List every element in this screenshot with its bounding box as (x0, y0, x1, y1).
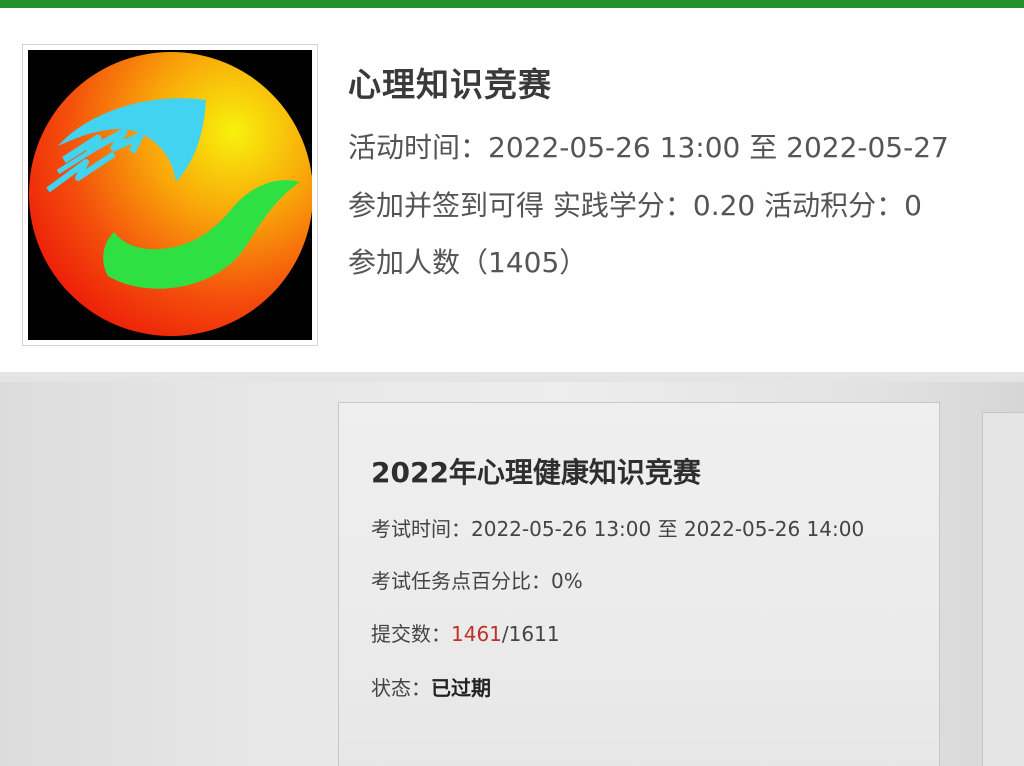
panel-divider (0, 372, 1024, 382)
exam-card[interactable]: 2022年心理健康知识竞赛 考试时间：2022-05-26 13:00 至 20… (338, 402, 940, 766)
adjacent-card-edge[interactable] (982, 412, 1024, 766)
exam-photo-panel: 2022年心理健康知识竞赛 考试时间：2022-05-26 13:00 至 20… (0, 382, 1024, 766)
exam-status-label: 状态： (371, 676, 431, 700)
activity-card[interactable]: 心理知识竞赛 活动时间：2022-05-26 13:00 至 2022-05-2… (0, 8, 1024, 372)
exam-status: 状态：已过期 (371, 672, 491, 701)
activity-time-label: 活动时间： (348, 131, 489, 164)
activity-time-value: 2022-05-26 13:00 至 2022-05-27 (488, 131, 949, 164)
exam-time-label: 考试时间： (371, 517, 471, 541)
exam-time: 考试时间：2022-05-26 13:00 至 2022-05-26 14:00 (371, 513, 864, 542)
exam-ratio-label: 考试任务点百分比： (371, 569, 551, 593)
participant-count-suffix: ） (559, 246, 588, 279)
exam-submit-label: 提交数： (371, 622, 451, 646)
participant-count-value: 1405 (488, 246, 560, 279)
exam-submit-total: 1611 (508, 622, 560, 646)
exam-submit-separator: / (501, 622, 509, 646)
activity-time: 活动时间：2022-05-26 13:00 至 2022-05-27 (348, 126, 949, 166)
exam-submit-count: 1461 (451, 622, 502, 646)
participant-count-label: 参加人数（ (348, 246, 489, 279)
activity-participant-count: 参加人数（1405） (348, 241, 587, 281)
top-accent-bar (0, 0, 1024, 8)
exam-submissions: 提交数：1461/1611 (371, 618, 560, 647)
exam-task-ratio: 考试任务点百分比：0% (371, 565, 583, 594)
exam-time-value: 2022-05-26 13:00 至 2022-05-26 14:00 (471, 517, 865, 541)
exam-title[interactable]: 2022年心理健康知识竞赛 (371, 451, 701, 491)
activity-title[interactable]: 心理知识竞赛 (348, 58, 552, 106)
exam-ratio-value: 0% (551, 569, 583, 593)
activity-credit-info: 参加并签到可得 实践学分：0.20 活动积分：0 (348, 189, 922, 222)
activity-logo[interactable] (22, 44, 318, 346)
activity-logo-icon (28, 50, 312, 340)
exam-status-badge: 已过期 (431, 676, 491, 700)
